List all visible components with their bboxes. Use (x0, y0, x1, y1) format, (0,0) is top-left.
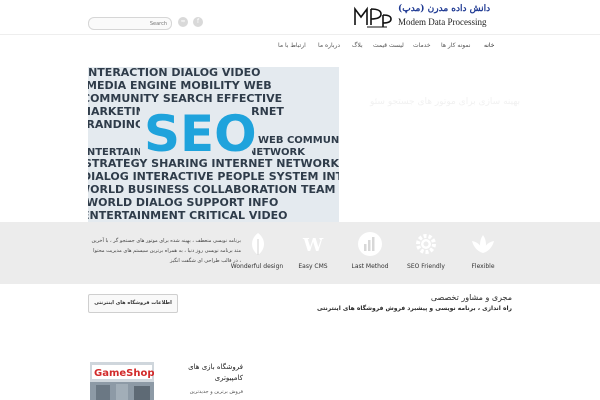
word-line: DIALOG INTERACTIVE PEOPLE SYSTEM INTERNE… (88, 170, 339, 183)
feature-label-seo-friendly: SEO Friendly (407, 263, 445, 270)
svg-text:.: . (319, 233, 322, 243)
wordpress-icon: W . (302, 233, 324, 256)
cta-description: راه اندازی ، برنامه نویسی و پیشبرد فروش … (317, 305, 512, 312)
logo-title[interactable]: دانش ‌داده ‌مدرن (مدپ) (398, 4, 490, 14)
word-line: COMMUNITY SEARCH EFFECTIVE (88, 92, 282, 105)
rss-icon[interactable]: ≈ (178, 17, 188, 27)
word-line: INTERACTION DIALOG VIDEO (88, 67, 261, 79)
feature-label-easy-cms: Easy CMS (298, 263, 328, 270)
gameshop-thumbnail-image: GameShop (90, 362, 154, 400)
word-line: ENTERTAINMENT CRITICAL VIDEO (88, 209, 287, 222)
logo-mark-icon[interactable] (353, 5, 393, 29)
feature-label-wonderful-design: Wonderful design (230, 263, 284, 270)
gameshop-logo-text: GameShop (94, 368, 154, 379)
nav-item-services[interactable]: خدمات (413, 42, 431, 49)
word-line: WORLD DIALOG SUPPORT INFO (88, 196, 278, 209)
word-line: WORLD BUSINESS COLLABORATION TEAM (88, 183, 335, 196)
nav-item-home[interactable]: خانه (484, 42, 494, 49)
logo-subtitle[interactable]: Modem Data Processing (398, 17, 486, 27)
nav-item-portfolio[interactable]: نمونه کار ها (441, 42, 471, 49)
online-shops-info-button[interactable]: اطلاعات فروشگاه های اینترنتی (88, 294, 178, 313)
lotus-icon (472, 235, 494, 253)
portfolio-title[interactable]: فروشگاه بازی های کامپیوتری (160, 362, 243, 384)
cta-title: مجری و مشاور تخصصی (430, 293, 512, 302)
feature-label-flexible: Flexible (471, 263, 495, 270)
nav-item-about[interactable]: درباره ما (318, 42, 340, 49)
portfolio-thumbnail[interactable]: GameShop (90, 362, 154, 400)
nav-item-contact[interactable]: ارتباط با ما (278, 42, 306, 49)
features-description: برنامه نویسی منعطف ، بهینه شده برای موتو… (91, 238, 241, 264)
word-line: MEDIA ENGINE MOBILITY WEB (88, 79, 272, 92)
hero-caption: بهینه سازی برای موتور های جستجو سئو (370, 97, 520, 107)
gear-icon (416, 234, 436, 254)
nav-item-price-list[interactable]: لیست قیمت (373, 42, 404, 49)
portfolio-description: فروش برترین و جدیدترین (189, 389, 243, 395)
facebook-icon[interactable]: f (193, 17, 203, 27)
search-box[interactable] (88, 17, 172, 30)
bar-chart-icon (358, 232, 382, 256)
leaf-icon (252, 233, 264, 255)
seo-word-cloud: INTERACTION DIALOG VIDEO MEDIA ENGINE MO… (88, 67, 339, 222)
seo-big-text: SEO (144, 105, 257, 163)
search-input[interactable] (89, 18, 171, 29)
feature-label-last-method: Last Method (351, 263, 389, 270)
word-line: WEB COMMUNICATION (258, 135, 339, 146)
hero-image: INTERACTION DIALOG VIDEO MEDIA ENGINE MO… (88, 67, 339, 222)
nav-item-blog[interactable]: بلاگ (352, 42, 363, 49)
